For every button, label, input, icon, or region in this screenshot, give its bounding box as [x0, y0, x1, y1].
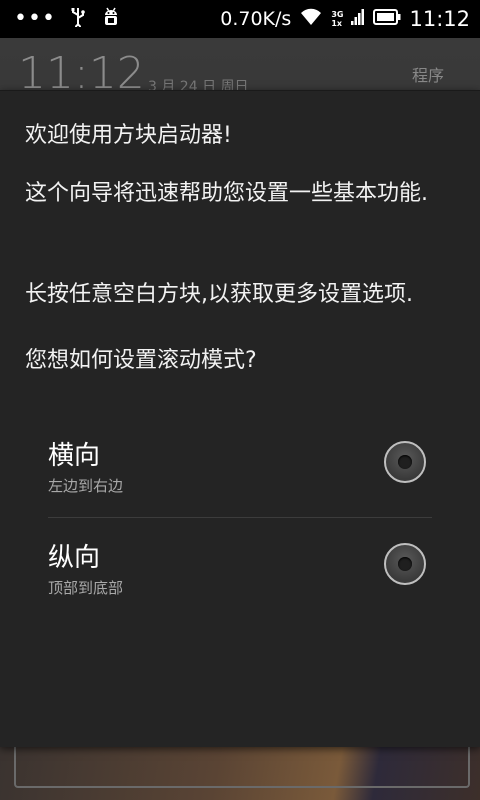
screen: ••• 0.70K/s 3G 1x 11:12 11:12 3 月 24 日 周… [0, 0, 480, 800]
option-subtitle: 左边到右边 [48, 477, 124, 495]
status-bar: ••• 0.70K/s 3G 1x 11:12 [0, 0, 480, 38]
status-bar-right: 0.70K/s 3G 1x 11:12 [220, 0, 470, 38]
radio-dot [398, 455, 412, 469]
option-title: 纵向 [48, 543, 101, 573]
usb-icon [70, 7, 86, 31]
option-horizontal[interactable]: 横向 左边到右边 [48, 419, 432, 518]
setup-wizard-dialog: 欢迎使用方块启动器! 这个向导将迅速帮助您设置一些基本功能. 长按任意空白方块,… [0, 90, 480, 747]
radio-button-horizontal[interactable] [384, 441, 426, 483]
option-title: 横向 [48, 441, 101, 471]
signal-icon [351, 7, 365, 31]
android-debug-icon [100, 6, 122, 32]
dialog-intro: 这个向导将迅速帮助您设置一些基本功能. [25, 181, 428, 206]
overflow-dots-icon: ••• [14, 6, 56, 31]
option-vertical[interactable]: 纵向 顶部到底部 [48, 521, 432, 619]
wifi-icon [299, 7, 323, 31]
option-subtitle: 顶部到底部 [48, 579, 124, 597]
status-clock: 11:12 [409, 7, 470, 31]
dialog-hint: 长按任意空白方块,以获取更多设置选项. [25, 282, 413, 307]
dialog-title: 欢迎使用方块启动器! [25, 123, 232, 148]
radio-dot [398, 557, 412, 571]
network-type-bottom: 1x [331, 19, 343, 28]
radio-button-vertical[interactable] [384, 543, 426, 585]
network-type-top: 3G [331, 10, 344, 19]
dialog-question: 您想如何设置滚动模式? [25, 348, 257, 373]
launcher-apps-label: 程序 [412, 66, 445, 85]
network-type: 3G 1x [331, 10, 343, 28]
net-speed: 0.70K/s [220, 8, 292, 30]
battery-icon [373, 9, 401, 29]
status-bar-left: ••• [14, 0, 122, 38]
